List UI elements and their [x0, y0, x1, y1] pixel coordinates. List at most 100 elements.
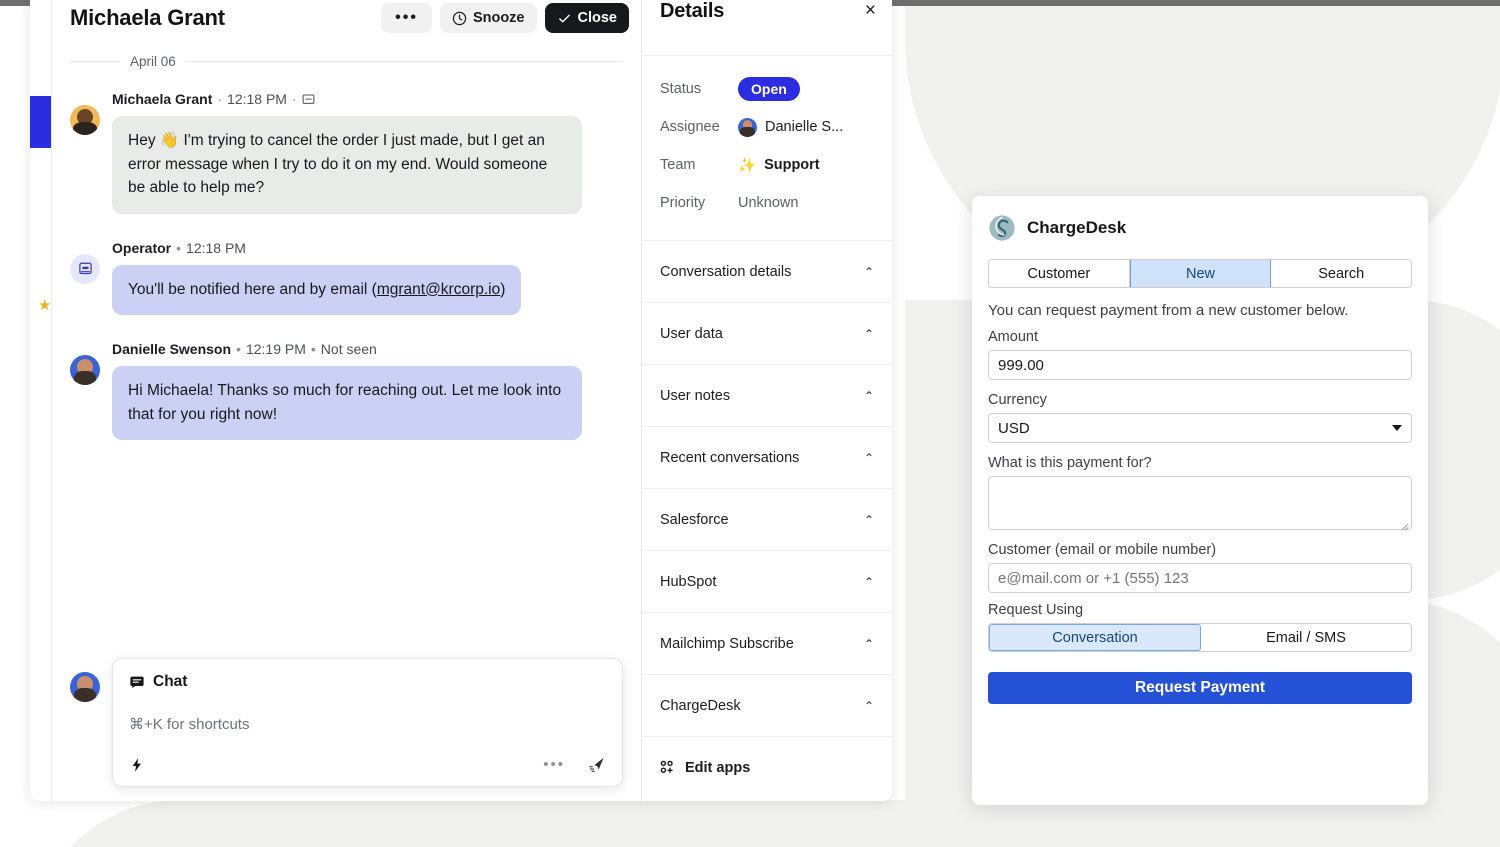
snooze-button[interactable]: Snooze	[440, 3, 537, 33]
property-label: Team	[660, 157, 738, 173]
chevron-down-icon	[1392, 425, 1402, 431]
message-author: Michaela Grant	[112, 91, 212, 107]
close-icon[interactable]: ×	[865, 1, 876, 20]
amount-input[interactable]	[988, 350, 1412, 380]
edit-apps-button[interactable]: Edit apps	[642, 737, 892, 799]
list-item-time: ago	[30, 274, 52, 288]
property-label: Priority	[660, 195, 738, 211]
section-conversation-details[interactable]: Conversation details ⌃	[642, 241, 892, 303]
message-author: Operator	[112, 240, 171, 256]
property-value: Support	[764, 157, 820, 173]
meta-separator: •	[236, 341, 241, 357]
currency-label: Currency	[988, 392, 1412, 408]
section-recent-conversations[interactable]: Recent conversations ⌃	[642, 427, 892, 489]
property-priority[interactable]: Priority Unknown	[642, 184, 892, 222]
list-item-time: ago	[30, 514, 52, 528]
chat-icon	[129, 674, 145, 690]
close-button-label: Close	[578, 10, 618, 26]
request-using-conversation[interactable]: Conversation	[989, 624, 1201, 651]
composer-more-button[interactable]: •••	[543, 756, 565, 773]
check-icon	[557, 11, 572, 26]
composer-mode-tab[interactable]: Chat	[129, 673, 606, 691]
conversation-list-sidebar[interactable]: t ˅ ago l ... ago · ago ★ ago ... ago ..…	[30, 0, 52, 801]
list-item[interactable]: ago ...	[30, 346, 52, 398]
list-item[interactable]: ago ·	[30, 186, 52, 238]
message-meta: Operator • 12:18 PM	[112, 240, 623, 256]
avatar	[70, 672, 100, 702]
section-user-notes[interactable]: User notes ⌃	[642, 365, 892, 427]
day-separator: April 06	[70, 54, 623, 69]
composer-tab-label: Chat	[153, 673, 187, 691]
chevron-up-icon: ⌃	[864, 638, 874, 650]
property-status[interactable]: Status Open	[642, 70, 892, 108]
list-item-time: ago	[30, 674, 52, 688]
section-mailchimp-subscribe[interactable]: Mailchimp Subscribe ⌃	[642, 613, 892, 675]
property-team[interactable]: Team ✨ Support	[642, 146, 892, 184]
list-item-time: ago	[30, 104, 52, 118]
resize-grip-icon[interactable]	[1399, 518, 1409, 528]
chargedesk-app-name: ChargeDesk	[1027, 218, 1126, 238]
list-item[interactable]: ago ...	[30, 666, 52, 718]
currency-select[interactable]: USD	[988, 413, 1412, 443]
tab-customer[interactable]: Customer	[989, 260, 1130, 287]
email-link[interactable]: mgrant@krcorp.io	[377, 281, 500, 298]
property-value: Unknown	[738, 195, 798, 211]
section-user-data[interactable]: User data ⌃	[642, 303, 892, 365]
message-time: 12:18 PM	[186, 240, 246, 256]
lightning-icon[interactable]	[129, 757, 145, 773]
list-item[interactable]: ago ..	[30, 586, 52, 638]
list-item-preview: ...	[30, 454, 52, 468]
chargedesk-description: You can request payment from a new custo…	[988, 302, 1412, 319]
meta-separator: ·	[217, 91, 222, 107]
message-input[interactable]: ⌘+K for shortcuts	[129, 715, 606, 733]
sparkles-icon: ✨	[738, 157, 756, 174]
message-text-after-link: )	[500, 281, 505, 298]
more-options-button[interactable]: •••	[381, 3, 432, 33]
purpose-textarea[interactable]	[988, 476, 1412, 530]
meta-separator: •	[311, 341, 316, 357]
chevron-up-icon: ⌃	[864, 576, 874, 588]
request-using-email-sms[interactable]: Email / SMS	[1201, 624, 1411, 651]
section-label: HubSpot	[660, 574, 716, 590]
message-bubble: Hey 👋 I'm trying to cancel the order I j…	[112, 116, 582, 214]
list-item[interactable]: ago	[30, 266, 52, 298]
inbox-app-window: t ˅ ago l ... ago · ago ★ ago ... ago ..…	[30, 0, 892, 801]
meta-separator: ·	[292, 91, 297, 107]
message-text-before-link: You'll be notified here and by email (	[128, 281, 377, 298]
request-payment-button[interactable]: Request Payment	[988, 672, 1412, 704]
separator-line-left	[70, 61, 120, 62]
message-time: 12:18 PM	[227, 91, 287, 107]
customer-input[interactable]	[988, 563, 1412, 593]
meta-separator: •	[176, 240, 181, 256]
list-item[interactable]: ago	[30, 745, 52, 777]
tab-new[interactable]: New	[1130, 260, 1272, 287]
amount-label: Amount	[988, 329, 1412, 345]
snooze-button-label: Snooze	[473, 10, 525, 26]
list-item-preview: ...	[30, 374, 52, 388]
list-item-preview: l ...	[30, 124, 52, 138]
chevron-up-icon: ⌃	[864, 390, 874, 402]
star-icon[interactable]: ★	[38, 296, 51, 314]
message-composer[interactable]: Chat ⌘+K for shortcuts •••	[112, 658, 623, 787]
section-chargedesk[interactable]: ChargeDesk ⌃	[642, 675, 892, 737]
list-item-preview: ·	[30, 214, 52, 228]
list-item[interactable]: ago ...	[30, 426, 52, 478]
property-assignee[interactable]: Assignee Danielle S...	[642, 108, 892, 146]
status-badge[interactable]: Open	[738, 77, 800, 101]
list-item-time: ago	[30, 753, 52, 767]
send-icon[interactable]	[587, 755, 606, 774]
section-salesforce[interactable]: Salesforce ⌃	[642, 489, 892, 551]
section-label: Recent conversations	[660, 450, 799, 466]
list-item[interactable]: ago l ...	[30, 96, 52, 148]
chevron-up-icon: ⌃	[864, 700, 874, 712]
list-item[interactable]: ago ...	[30, 506, 52, 558]
operator-icon	[70, 254, 100, 284]
avatar	[70, 105, 100, 135]
currency-value: USD	[998, 420, 1030, 437]
details-header: Details ×	[642, 0, 892, 56]
tab-search[interactable]: Search	[1271, 260, 1411, 287]
chargedesk-logo	[988, 214, 1016, 242]
conversation-header: Michaela Grant ••• Snooze	[52, 0, 641, 36]
section-hubspot[interactable]: HubSpot ⌃	[642, 551, 892, 613]
close-conversation-button[interactable]: Close	[545, 3, 630, 33]
